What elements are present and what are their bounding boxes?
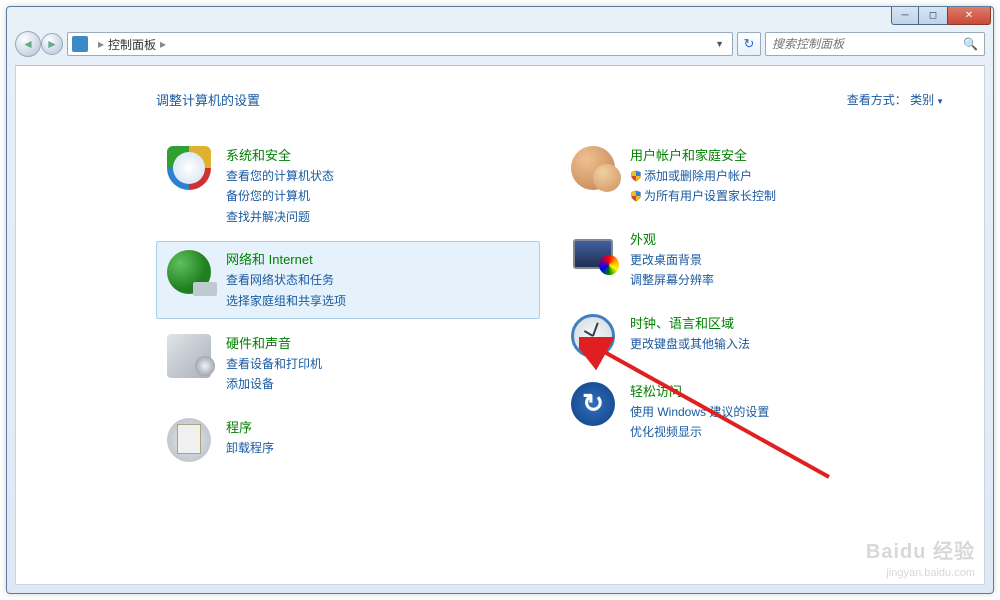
category-title[interactable]: 网络和 Internet [226, 249, 530, 268]
category-body: 轻松访问使用 Windows 建议的设置优化视频显示 [630, 381, 934, 443]
category-link[interactable]: 查看您的计算机状态 [226, 166, 530, 186]
window-buttons: ─ ◻ ✕ [891, 7, 991, 25]
category-link[interactable]: 选择家庭组和共享选项 [226, 291, 530, 311]
search-icon[interactable]: 🔍 [963, 37, 978, 51]
minimize-button[interactable]: ─ [891, 7, 919, 25]
close-button[interactable]: ✕ [947, 7, 991, 25]
navigation-bar: ◄ ► ▸ 控制面板 ▸ ▼ ↻ 🔍 [15, 29, 985, 59]
category-title[interactable]: 外观 [630, 229, 934, 248]
view-by-label: 查看方式： [847, 93, 907, 107]
category-title[interactable]: 时钟、语言和区域 [630, 313, 934, 332]
breadcrumb-sep: ▸ [160, 37, 166, 51]
category-body: 系统和安全查看您的计算机状态备份您的计算机查找并解决问题 [226, 145, 530, 227]
category-hardware[interactable]: 硬件和声音查看设备和打印机添加设备 [156, 325, 540, 403]
category-programs[interactable]: 程序卸载程序 [156, 409, 540, 471]
maximize-button[interactable]: ◻ [919, 7, 947, 25]
category-body: 用户帐户和家庭安全添加或删除用户帐户为所有用户设置家长控制 [630, 145, 934, 207]
category-link[interactable]: 添加设备 [226, 374, 530, 394]
left-column: 系统和安全查看您的计算机状态备份您的计算机查找并解决问题网络和 Internet… [156, 137, 540, 477]
category-body: 网络和 Internet 查看网络状态和任务选择家庭组和共享选项 [226, 249, 530, 311]
forward-button[interactable]: ► [41, 33, 63, 55]
category-link[interactable]: 优化视频显示 [630, 422, 934, 442]
category-link[interactable]: 查看设备和打印机 [226, 354, 530, 374]
security-icon [166, 145, 212, 191]
category-clock[interactable]: 时钟、语言和区域更改键盘或其他输入法 [560, 305, 944, 367]
category-link[interactable]: 为所有用户设置家长控制 [630, 186, 934, 206]
category-body: 程序卸载程序 [226, 417, 530, 458]
category-title[interactable]: 用户帐户和家庭安全 [630, 145, 934, 164]
category-body: 硬件和声音查看设备和打印机添加设备 [226, 333, 530, 395]
category-body: 时钟、语言和区域更改键盘或其他输入法 [630, 313, 934, 354]
category-users[interactable]: 用户帐户和家庭安全添加或删除用户帐户为所有用户设置家长控制 [560, 137, 944, 215]
category-security[interactable]: 系统和安全查看您的计算机状态备份您的计算机查找并解决问题 [156, 137, 540, 235]
category-link[interactable]: 更改键盘或其他输入法 [630, 334, 934, 354]
category-ease[interactable]: 轻松访问使用 Windows 建议的设置优化视频显示 [560, 373, 944, 451]
view-by-value[interactable]: 类别▼ [910, 93, 944, 107]
category-appearance[interactable]: 外观更改桌面背景调整屏幕分辨率 [560, 221, 944, 299]
appearance-icon [570, 229, 616, 275]
category-network[interactable]: 网络和 Internet 查看网络状态和任务选择家庭组和共享选项 [156, 241, 540, 319]
category-link[interactable]: 备份您的计算机 [226, 186, 530, 206]
right-column: 用户帐户和家庭安全添加或删除用户帐户为所有用户设置家长控制外观更改桌面背景调整屏… [560, 137, 944, 477]
category-body: 外观更改桌面背景调整屏幕分辨率 [630, 229, 934, 291]
address-dropdown-icon[interactable]: ▼ [711, 39, 728, 49]
category-columns: 系统和安全查看您的计算机状态备份您的计算机查找并解决问题网络和 Internet… [156, 137, 944, 477]
control-panel-icon [72, 36, 88, 52]
content-pane: 调整计算机的设置 查看方式： 类别▼ 系统和安全查看您的计算机状态备份您的计算机… [15, 65, 985, 585]
search-box[interactable]: 🔍 [765, 32, 985, 56]
network-icon [166, 249, 212, 295]
category-title[interactable]: 轻松访问 [630, 381, 934, 400]
category-link[interactable]: 卸载程序 [226, 438, 530, 458]
category-link[interactable]: 查看网络状态和任务 [226, 270, 530, 290]
page-title: 调整计算机的设置 [156, 90, 260, 109]
category-link[interactable]: 查找并解决问题 [226, 207, 530, 227]
window-frame: ─ ◻ ✕ ◄ ► ▸ 控制面板 ▸ ▼ ↻ 🔍 调整计算机的设置 查看方式： … [6, 6, 994, 594]
search-input[interactable] [772, 37, 963, 51]
header-row: 调整计算机的设置 查看方式： 类别▼ [156, 90, 944, 109]
hardware-icon [166, 333, 212, 379]
category-link[interactable]: 更改桌面背景 [630, 250, 934, 270]
view-by: 查看方式： 类别▼ [847, 91, 944, 108]
breadcrumb-sep: ▸ [98, 37, 104, 51]
category-link[interactable]: 使用 Windows 建议的设置 [630, 402, 934, 422]
ease-icon [570, 381, 616, 427]
category-title[interactable]: 系统和安全 [226, 145, 530, 164]
category-title[interactable]: 硬件和声音 [226, 333, 530, 352]
titlebar: ─ ◻ ✕ [7, 7, 993, 29]
refresh-button[interactable]: ↻ [737, 32, 761, 56]
users-icon [570, 145, 616, 191]
category-link[interactable]: 添加或删除用户帐户 [630, 166, 934, 186]
category-link[interactable]: 调整屏幕分辨率 [630, 270, 934, 290]
category-title[interactable]: 程序 [226, 417, 530, 436]
back-button[interactable]: ◄ [15, 31, 41, 57]
breadcrumb-root[interactable]: 控制面板 [108, 36, 156, 53]
programs-icon [166, 417, 212, 463]
address-bar[interactable]: ▸ 控制面板 ▸ ▼ [67, 32, 733, 56]
clock-icon [570, 313, 616, 359]
